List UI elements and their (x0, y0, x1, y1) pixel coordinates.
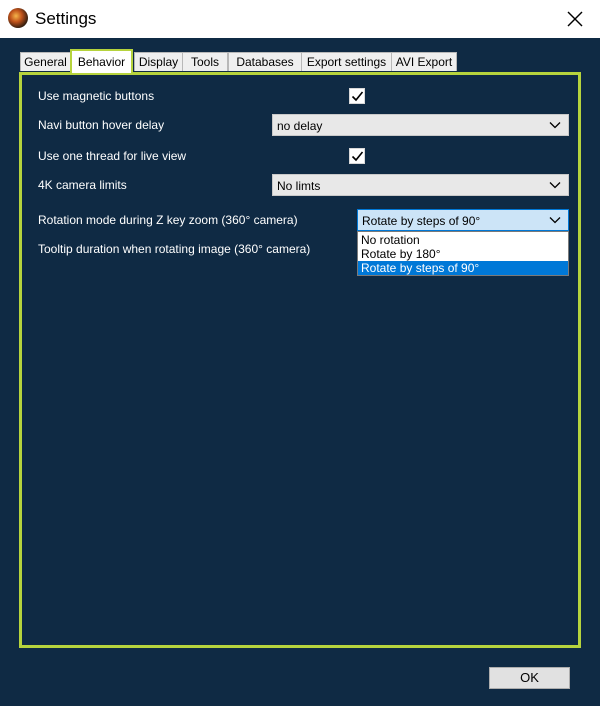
rotation-option-180[interactable]: Rotate by 180° (358, 247, 568, 261)
rotation-mode-value: Rotate by steps of 90° (362, 214, 481, 228)
one-thread-live-view-checkbox[interactable] (349, 148, 365, 164)
navi-hover-delay-value: no delay (277, 119, 323, 133)
chevron-down-icon (549, 182, 561, 189)
camera-4k-limits-label: 4K camera limits (38, 178, 127, 192)
tab-export-settings[interactable]: Export settings (301, 52, 392, 71)
navi-hover-delay-dropdown[interactable]: no delay (272, 114, 569, 136)
navi-hover-delay-label: Navi button hover delay (38, 118, 165, 132)
rotation-mode-dropdown[interactable]: Rotate by steps of 90° (357, 209, 569, 231)
tab-tools[interactable]: Tools (182, 52, 228, 71)
tooltip-duration-label: Tooltip duration when rotating image (36… (38, 242, 311, 256)
magnetic-buttons-checkbox[interactable] (349, 88, 365, 104)
checkmark-icon (351, 151, 364, 162)
tab-avi-export[interactable]: AVI Export (391, 52, 457, 71)
settings-window: Settings General Behavior Display Tools … (0, 0, 600, 706)
title-bar: Settings (0, 0, 600, 38)
rotation-option-no-rotation[interactable]: No rotation (358, 233, 568, 247)
rotation-mode-listbox: No rotation Rotate by 180° Rotate by ste… (357, 231, 569, 276)
tab-behavior[interactable]: Behavior (70, 49, 133, 73)
app-logo-icon (8, 8, 28, 28)
close-icon (567, 11, 583, 27)
magnetic-buttons-label: Use magnetic buttons (38, 89, 155, 103)
tab-databases[interactable]: Databases (228, 52, 302, 71)
chevron-down-icon (549, 122, 561, 129)
checkmark-icon (351, 91, 364, 102)
one-thread-live-view-label: Use one thread for live view (38, 149, 187, 163)
camera-4k-limits-dropdown[interactable]: No limts (272, 174, 569, 196)
chevron-down-icon (549, 217, 561, 224)
close-button[interactable] (564, 8, 586, 30)
window-title: Settings (35, 9, 97, 28)
rotation-mode-label: Rotation mode during Z key zoom (360° ca… (38, 213, 298, 227)
ok-button[interactable]: OK (489, 667, 570, 689)
camera-4k-limits-value: No limts (277, 179, 321, 193)
rotation-option-steps-90[interactable]: Rotate by steps of 90° (358, 261, 568, 275)
tab-display[interactable]: Display (134, 52, 183, 71)
tab-general[interactable]: General (20, 52, 71, 71)
